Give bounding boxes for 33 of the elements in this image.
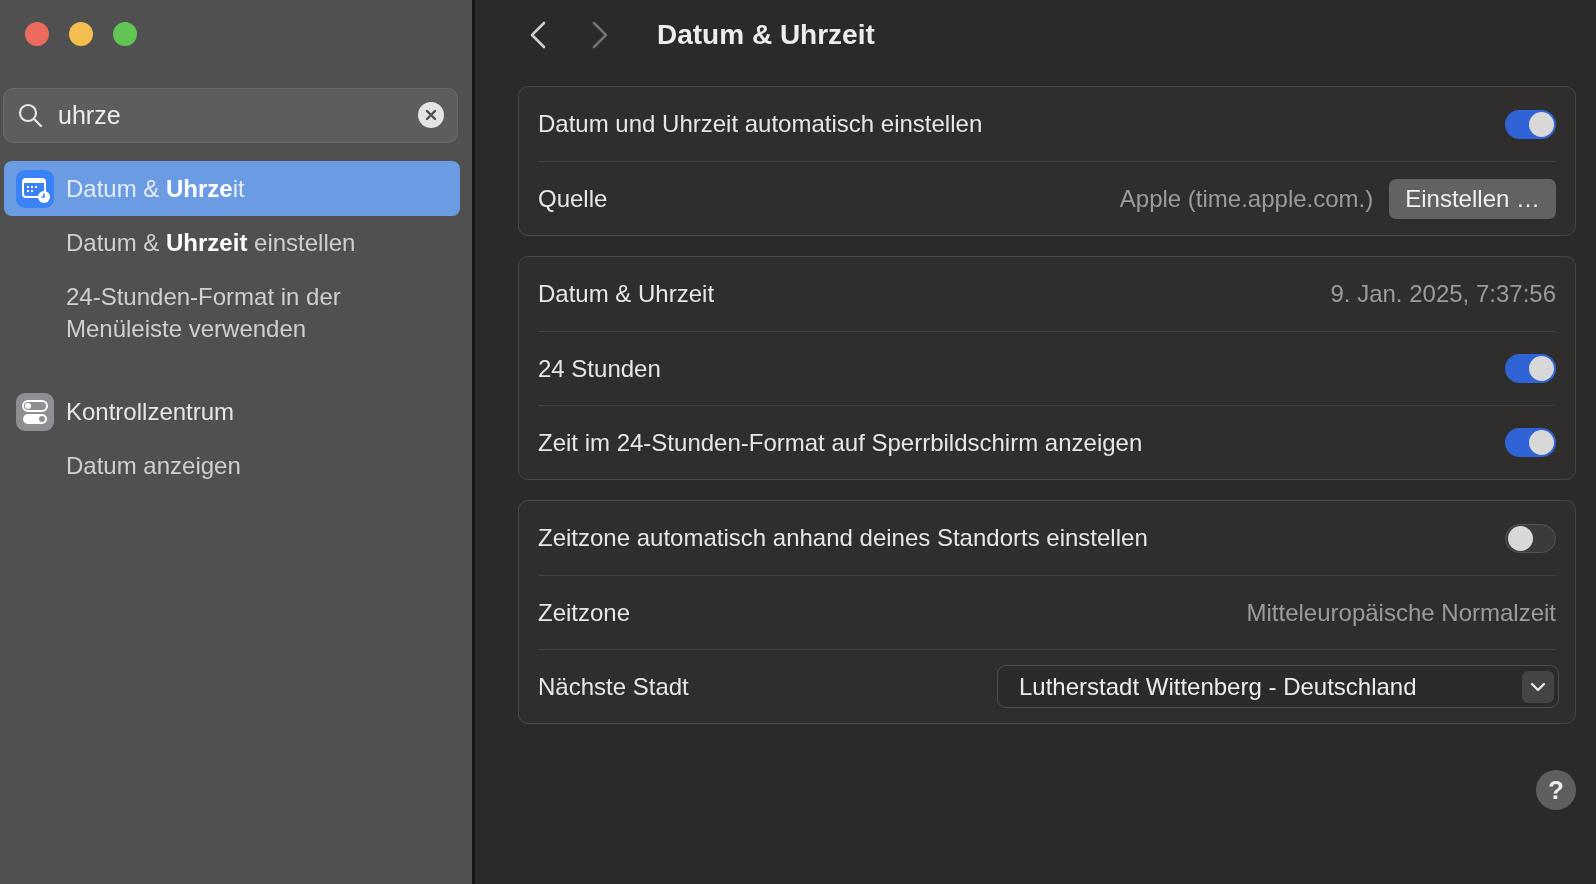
setting-label: Datum und Uhrzeit automatisch einstellen [538, 109, 984, 139]
setting-label: Quelle [538, 183, 609, 214]
set-button[interactable]: Einstellen … [1389, 178, 1556, 219]
calendar-clock-icon [16, 169, 54, 208]
toggle-switch[interactable] [1505, 354, 1556, 383]
setting-label: 24 Stunden [538, 353, 662, 384]
search-result-link[interactable]: Datum & Uhrzeit einstellen [66, 216, 436, 270]
zoom-window-button[interactable] [113, 22, 137, 46]
setting-value: Apple (time.apple.com.) [1119, 183, 1374, 214]
switches-icon [16, 392, 54, 431]
minimize-window-button[interactable] [69, 22, 93, 46]
toggle-switch[interactable] [1505, 428, 1556, 457]
close-window-button[interactable] [25, 22, 49, 46]
setting-value: Mitteleuropäische Normalzeit [1246, 597, 1556, 628]
setting-label: Zeitzone automatisch anhand deines Standorts einstellen [538, 523, 1149, 553]
sidebar-item[interactable]: Datum & Uhrzeit [4, 161, 460, 216]
toggle-switch[interactable] [1505, 109, 1556, 139]
setting-label: Zeit im 24-Stunden-Format auf Sperrbildschirm anzeigen [538, 427, 1144, 458]
setting-value: 9. Jan. 2025, 7:37:56 [1330, 279, 1556, 309]
search-field[interactable]: uhrze [3, 88, 458, 143]
search-result-link[interactable]: Datum anzeigen [66, 439, 436, 493]
city-dropdown[interactable]: Lutherstadt Wittenberg - Deutschland [997, 665, 1559, 708]
setting-label: Nächste Stadt [538, 671, 690, 702]
search-result-link[interactable]: 24-Stunden-Format in der Menüleiste verwenden [66, 270, 436, 356]
clear-search-icon[interactable] [418, 102, 444, 128]
setting-label: Datum & Uhrzeit [538, 279, 716, 309]
page-title: Datum & Uhrzeit [657, 18, 875, 52]
setting-label: Zeitzone [538, 597, 632, 628]
search-icon [17, 102, 43, 128]
sidebar-item[interactable]: Kontrollzentrum [4, 384, 460, 439]
help-button[interactable]: ? [1536, 770, 1576, 810]
chevron-down-icon [1522, 670, 1554, 703]
toggle-switch[interactable] [1505, 523, 1556, 553]
